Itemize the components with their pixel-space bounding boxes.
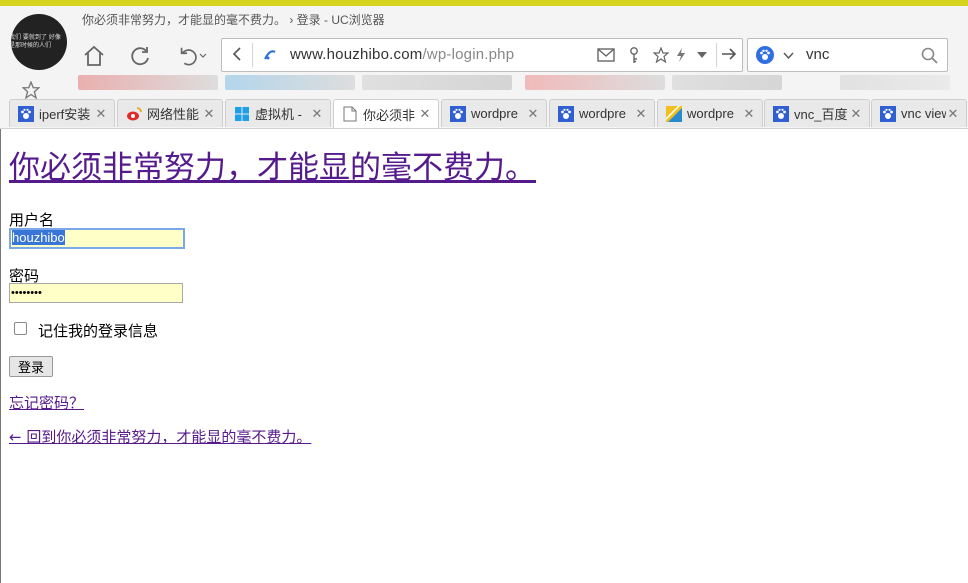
tab-label: iperf安装 (39, 107, 91, 122)
bookmark-item[interactable] (840, 75, 950, 90)
bookmark-item[interactable] (672, 75, 782, 90)
mail-icon[interactable] (596, 46, 616, 64)
back-button[interactable] (228, 45, 246, 63)
baidu-paw-icon[interactable] (756, 46, 774, 64)
tab-wordpress-3[interactable]: wordpre ✕ (657, 99, 763, 127)
tab-label: wordpre (579, 106, 626, 121)
bookmark-item[interactable] (225, 75, 355, 90)
page-icon (342, 106, 358, 122)
paw-icon (18, 105, 34, 122)
divider (716, 43, 717, 67)
weibo-icon (126, 106, 142, 122)
remember-me-label[interactable]: 记住我的登录信息 (38, 320, 158, 341)
lightning-icon[interactable] (674, 46, 688, 64)
bookmark-star-icon[interactable] (21, 80, 41, 100)
close-icon[interactable]: ✕ (94, 106, 108, 122)
tab-wordpress-2[interactable]: wordpre ✕ (549, 99, 655, 127)
tab-label: vnc_百度 (794, 107, 848, 122)
paw-icon (450, 105, 466, 122)
address-bar[interactable]: www.houzhibo.com/wp-login.php (221, 38, 743, 72)
close-icon[interactable]: ✕ (202, 106, 216, 122)
site-title-link[interactable]: 你必须非常努力，才能显的毫不费力。 (9, 148, 536, 188)
divider (252, 43, 253, 67)
close-icon[interactable]: ✕ (742, 106, 756, 122)
url-path: /wp-login.php (422, 46, 515, 63)
close-icon[interactable]: ✕ (849, 106, 863, 122)
remember-me-checkbox[interactable] (14, 322, 27, 335)
search-icon[interactable] (920, 46, 938, 64)
url-host: www.houzhibo.com (290, 46, 423, 63)
tab-wordpress-1[interactable]: wordpre ✕ (441, 99, 547, 127)
tab-label: 网络性能 (147, 107, 200, 122)
close-icon[interactable]: ✕ (634, 106, 648, 122)
bookmark-item[interactable] (362, 75, 512, 90)
dropdown-icon[interactable] (696, 49, 708, 61)
arrow-right-icon (722, 48, 737, 60)
stripe-icon (666, 105, 682, 122)
password-field[interactable]: •••••••• (9, 283, 183, 303)
username-field[interactable]: houzhibo (9, 228, 185, 249)
tab-label: wordpre (687, 106, 734, 121)
tab-label: 你必须非 (363, 107, 416, 123)
search-query[interactable]: vnc (806, 46, 829, 63)
back-to-site-link[interactable]: ← 回到你必须非常努力，才能显的毫不费力。 (9, 426, 311, 447)
undo-icon (180, 47, 197, 66)
bookmark-item[interactable] (525, 75, 665, 90)
tab-label: wordpre (471, 106, 518, 121)
close-icon[interactable]: ✕ (946, 106, 960, 122)
reload-icon (131, 47, 149, 66)
url-text[interactable]: www.houzhibo.com/wp-login.php (290, 46, 514, 63)
forward-button[interactable] (720, 45, 738, 63)
tab-vnc-viewer[interactable]: vnc view ✕ (871, 99, 967, 127)
windows-icon (234, 106, 250, 122)
site-logo-icon (262, 47, 278, 63)
page-content: 你必须非常努力，才能显的毫不费力。 用户名 houzhibo 密码 ••••••… (0, 129, 968, 583)
tab-network-performance[interactable]: 网络性能 ✕ (117, 99, 223, 127)
tab-current-login[interactable]: 你必须非 ✕ (333, 99, 439, 128)
star-icon[interactable] (652, 46, 670, 64)
forgot-password-link[interactable]: 忘记密码？ (9, 392, 84, 413)
tab-iperf[interactable]: iperf安装 ✕ (9, 99, 115, 127)
reload-button[interactable] (124, 40, 156, 72)
tab-vnc-baidu[interactable]: vnc_百度 ✕ (764, 99, 870, 127)
paw-icon (773, 105, 789, 122)
home-button[interactable] (78, 40, 110, 72)
login-button[interactable]: 登录 (9, 356, 53, 377)
username-value: houzhibo (12, 230, 65, 245)
tab-label: 虚拟机 - (255, 107, 302, 122)
window-title: 你必须非常努力，才能显的毫不费力。 › 登录 - UC浏览器 (82, 13, 385, 27)
avatar-text: 我们 要就到了 好像是那时候的人们 (11, 34, 61, 49)
bookmark-item[interactable] (78, 75, 218, 90)
tab-strip: iperf安装 ✕ 网络性能 ✕ 虚拟机 - ✕ 你必须非 ✕ wordpre … (0, 99, 968, 128)
close-icon[interactable]: ✕ (418, 106, 432, 122)
paw-icon (558, 105, 574, 122)
key-icon[interactable] (626, 46, 642, 64)
chevron-down-icon[interactable] (782, 49, 794, 61)
username-label: 用户名 (9, 211, 55, 229)
tab-label: vnc view (901, 106, 946, 121)
tab-virtual-machine[interactable]: 虚拟机 - ✕ (225, 99, 331, 127)
home-icon (84, 45, 104, 66)
close-icon[interactable]: ✕ (310, 106, 324, 122)
paw-icon (880, 105, 896, 122)
password-value: •••••••• (11, 287, 42, 299)
chevron-down-icon (199, 53, 207, 58)
undo-close-button[interactable] (172, 40, 212, 72)
user-avatar[interactable]: 我们 要就到了 好像是那时候的人们 (11, 14, 67, 70)
chevron-left-icon (232, 47, 241, 61)
search-bar[interactable]: vnc (747, 38, 948, 72)
close-icon[interactable]: ✕ (526, 106, 540, 122)
